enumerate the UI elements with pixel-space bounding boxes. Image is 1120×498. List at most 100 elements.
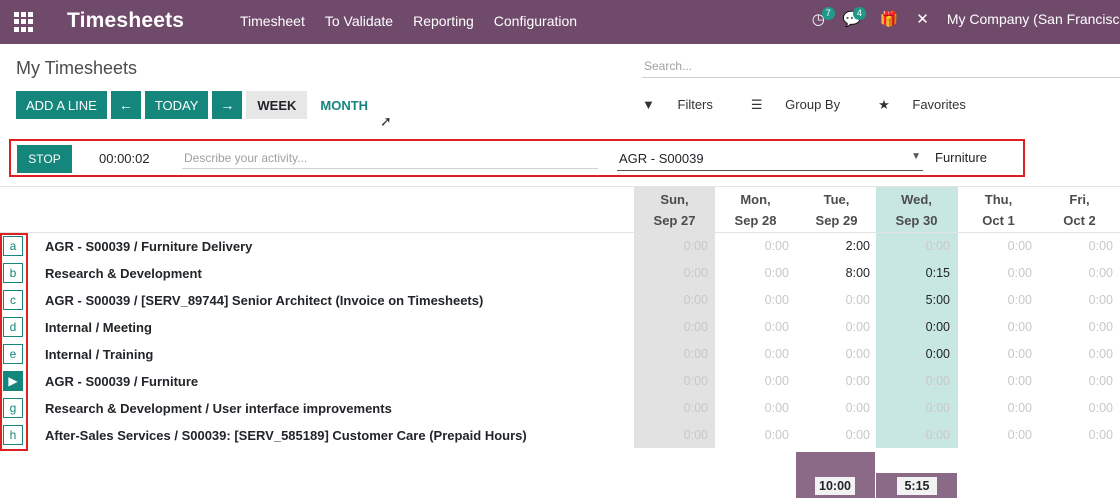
- time-cell[interactable]: 0:00: [634, 320, 715, 334]
- group-by-button[interactable]: ☰ Group By: [751, 97, 859, 113]
- time-cell[interactable]: 0:00: [1039, 239, 1120, 253]
- time-cell[interactable]: 0:00: [634, 401, 715, 415]
- time-cell[interactable]: 0:00: [634, 239, 715, 253]
- project-value: AGR - S00039: [619, 151, 704, 166]
- time-cell[interactable]: 0:00: [715, 266, 796, 280]
- time-cell[interactable]: 0:00: [876, 347, 957, 361]
- time-cell[interactable]: 0:00: [715, 320, 796, 334]
- messages-icon[interactable]: 💬 4: [843, 7, 866, 28]
- apps-grid-icon[interactable]: [14, 12, 34, 32]
- time-cell[interactable]: 0:00: [958, 401, 1039, 415]
- time-cell[interactable]: 0:00: [634, 347, 715, 361]
- day-header-fri: Fri, Oct 2: [1063, 192, 1096, 228]
- activity-description-input[interactable]: Describe your activity...: [182, 149, 598, 169]
- time-cell[interactable]: 5:00: [876, 293, 957, 307]
- time-cell[interactable]: 0:00: [1039, 347, 1120, 361]
- time-cell[interactable]: 0:00: [634, 266, 715, 280]
- time-cell[interactable]: 0:00: [876, 239, 957, 253]
- menu-reporting[interactable]: Reporting: [413, 13, 474, 29]
- total-tue: 10:00: [815, 477, 855, 495]
- table-row: d Internal / Meeting 0:00 0:00 0:00 0:00 0:00 0…: [0, 314, 1120, 341]
- time-cell[interactable]: 0:00: [634, 374, 715, 388]
- time-cell[interactable]: 0:15: [876, 266, 957, 280]
- page-title: My Timesheets: [16, 58, 138, 78]
- time-cell[interactable]: 0:00: [1039, 374, 1120, 388]
- company-switcher[interactable]: My Company (San Francisco): [947, 11, 1120, 27]
- favorites-button[interactable]: ★ Favorites: [878, 97, 985, 113]
- stop-timer-button[interactable]: STOP: [17, 145, 72, 173]
- time-cell[interactable]: 0:00: [958, 428, 1039, 442]
- row-label: AGR - S00039 / [SERV_89744] Senior Archi…: [45, 293, 484, 308]
- time-cell[interactable]: 0:00: [796, 347, 877, 361]
- time-cell[interactable]: 0:00: [796, 401, 877, 415]
- month-view-button[interactable]: MONTH: [311, 91, 377, 119]
- table-row: g Research & Development / User interface…: [0, 395, 1120, 422]
- time-cell[interactable]: 0:00: [634, 428, 715, 442]
- time-cell[interactable]: 0:00: [715, 239, 796, 253]
- row-label: Research & Development / User interface …: [45, 401, 392, 416]
- time-cell[interactable]: 0:00: [876, 320, 957, 334]
- time-cell[interactable]: 0:00: [1039, 401, 1120, 415]
- day-header-thu: Thu, Oct 1: [982, 192, 1015, 228]
- menu-timesheet[interactable]: Timesheet: [240, 13, 305, 29]
- activity-clock-icon[interactable]: ◷ 7: [812, 7, 835, 28]
- time-cell[interactable]: 0:00: [1039, 293, 1120, 307]
- time-cell[interactable]: 0:00: [1039, 266, 1120, 280]
- time-cell[interactable]: 0:00: [876, 374, 957, 388]
- today-button[interactable]: TODAY: [144, 91, 209, 119]
- messages-badge: 4: [852, 7, 866, 20]
- list-icon: ☰: [750, 97, 763, 112]
- task-field[interactable]: Furniture: [935, 150, 987, 165]
- time-cell[interactable]: 0:00: [958, 374, 1039, 388]
- time-cell[interactable]: 8:00: [796, 266, 877, 280]
- time-cell[interactable]: 0:00: [958, 239, 1039, 253]
- time-cell[interactable]: 0:00: [796, 293, 877, 307]
- table-row: c AGR - S00039 / [SERV_89744] Senior Arch…: [0, 287, 1120, 314]
- search-input[interactable]: Search...: [642, 56, 1120, 78]
- row-label: Internal / Meeting: [45, 320, 152, 335]
- time-cell[interactable]: 0:00: [796, 428, 877, 442]
- menu-configuration[interactable]: Configuration: [494, 13, 577, 29]
- time-cell[interactable]: 0:00: [715, 293, 796, 307]
- time-cell[interactable]: 2:00: [796, 239, 877, 253]
- menu-to-validate[interactable]: To Validate: [325, 13, 393, 29]
- project-select[interactable]: AGR - S00039 ▼: [617, 148, 923, 171]
- time-cell[interactable]: 0:00: [1039, 428, 1120, 442]
- time-cell[interactable]: 0:00: [796, 374, 877, 388]
- search-options: ▼ Filters ☰ Group By ★ Favorites: [642, 97, 1004, 113]
- time-cell[interactable]: 0:00: [715, 428, 796, 442]
- day-header-sun: Sun, Sep 27: [653, 192, 696, 228]
- row-label: After-Sales Services / S00039: [SERV_585…: [45, 428, 527, 443]
- caret-down-icon: ▼: [911, 151, 921, 162]
- table-row: ▶ AGR - S00039 / Furniture 0:00 0:00 0:00 0:0…: [0, 368, 1120, 395]
- day-header-tue: Tue, Sep 29: [815, 192, 858, 228]
- time-cell[interactable]: 0:00: [958, 266, 1039, 280]
- star-icon: ★: [878, 97, 890, 112]
- time-cell[interactable]: 0:00: [715, 401, 796, 415]
- table-row: b Research & Development 0:00 0:00 8:00 0:15 0…: [0, 260, 1120, 287]
- time-cell[interactable]: 0:00: [876, 401, 957, 415]
- debug-tools-icon[interactable]: ✕: [916, 10, 929, 28]
- mouse-cursor-icon: ➚: [380, 113, 392, 129]
- add-line-button[interactable]: ADD A LINE: [16, 91, 107, 119]
- day-header-wed: Wed, Sep 30: [895, 192, 938, 228]
- activity-badge: 7: [821, 7, 835, 20]
- time-cell[interactable]: 0:00: [715, 347, 796, 361]
- time-cell[interactable]: 0:00: [796, 320, 877, 334]
- gift-icon[interactable]: 🎁: [880, 10, 899, 28]
- next-period-button[interactable]: →: [212, 91, 243, 119]
- time-cell[interactable]: 0:00: [876, 428, 957, 442]
- time-cell[interactable]: 0:00: [958, 320, 1039, 334]
- previous-period-button[interactable]: ←: [110, 91, 141, 119]
- time-cell[interactable]: 0:00: [1039, 320, 1120, 334]
- time-cell[interactable]: 0:00: [715, 374, 796, 388]
- week-view-button[interactable]: WEEK: [246, 91, 308, 119]
- table-row: e Internal / Training 0:00 0:00 0:00 0:00 0:00…: [0, 341, 1120, 368]
- timer-bar: STOP 00:00:02 Describe your activity... …: [9, 139, 1025, 177]
- filters-button[interactable]: ▼ Filters: [642, 97, 732, 113]
- row-label: Research & Development: [45, 266, 202, 281]
- time-cell[interactable]: 0:00: [958, 293, 1039, 307]
- timer-display: 00:00:02: [99, 151, 150, 166]
- time-cell[interactable]: 0:00: [958, 347, 1039, 361]
- time-cell[interactable]: 0:00: [634, 293, 715, 307]
